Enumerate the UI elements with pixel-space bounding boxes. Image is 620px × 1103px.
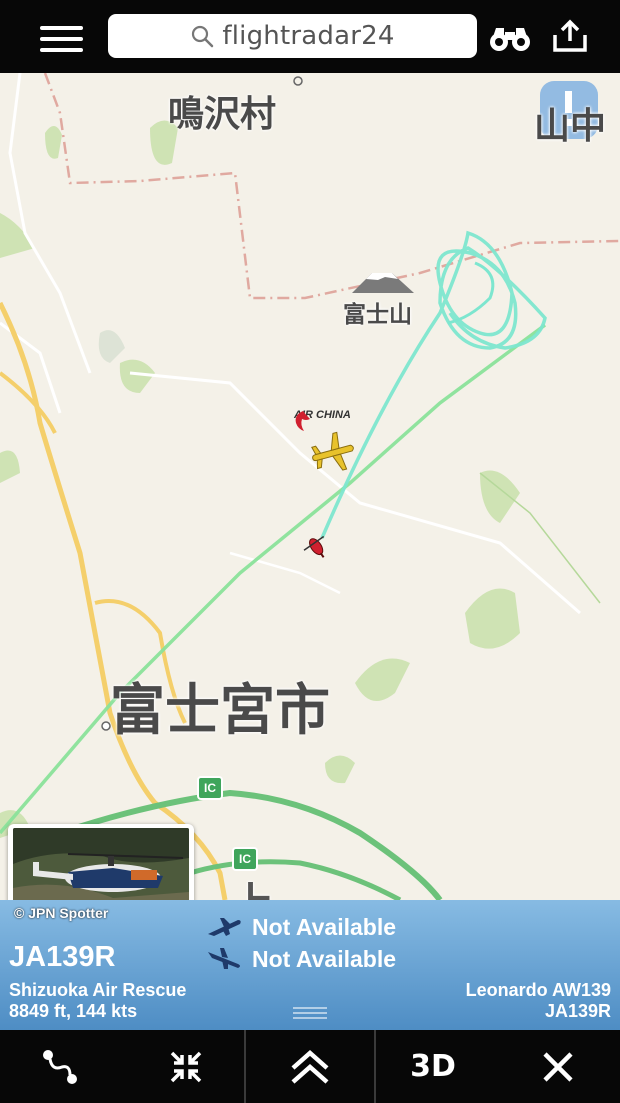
ic-marker-2: IC bbox=[232, 847, 258, 871]
share-icon[interactable] bbox=[551, 19, 589, 53]
collapse-button[interactable] bbox=[154, 1030, 218, 1103]
departure-text: Not Available bbox=[252, 914, 396, 940]
map-label-yamanaka: 山中 bbox=[534, 106, 607, 147]
binoculars-icon[interactable] bbox=[488, 22, 532, 56]
aircraft-type: Leonardo AW139 bbox=[465, 980, 611, 1000]
3d-view-button[interactable]: 3D bbox=[400, 1030, 466, 1103]
menu-button[interactable] bbox=[38, 20, 86, 54]
altitude-speed: 8849 ft, 144 kts bbox=[9, 1001, 138, 1021]
close-button[interactable] bbox=[526, 1030, 590, 1103]
3d-label: 3D bbox=[410, 1049, 456, 1084]
search-icon bbox=[192, 25, 214, 48]
ic-marker-1: IC bbox=[197, 776, 223, 800]
helicopter-marker[interactable] bbox=[300, 529, 330, 561]
toolbar-separator-2 bbox=[374, 1030, 376, 1103]
map-label-fujinomiya: 富士宮市 bbox=[110, 678, 331, 742]
map-label-partial: 上 bbox=[230, 868, 274, 900]
registration: JA139R bbox=[9, 941, 116, 973]
photo-credit: © JPN Spotter bbox=[14, 905, 109, 921]
bottom-toolbar: 3D bbox=[0, 1030, 620, 1103]
route-button[interactable] bbox=[28, 1030, 92, 1103]
airplane-marker[interactable] bbox=[308, 428, 358, 478]
airline-name: Shizuoka Air Rescue bbox=[9, 980, 187, 1000]
map-label-narusawa: 鳴沢村 bbox=[168, 94, 277, 135]
collapse-icon bbox=[170, 1051, 202, 1082]
close-icon bbox=[543, 1051, 573, 1082]
registration-small: JA139R bbox=[544, 1001, 611, 1021]
departure-icon bbox=[208, 918, 241, 936]
expand-panel-button[interactable] bbox=[246, 1030, 374, 1103]
map-canvas bbox=[0, 73, 620, 900]
search-text: flightradar24 bbox=[222, 21, 395, 51]
map[interactable]: 鳴沢村 山中 富士山 富士宮市 上 IC IC AIR CHINA bbox=[0, 73, 620, 900]
panel-drag-handle[interactable] bbox=[293, 1007, 327, 1021]
route-icon bbox=[43, 1049, 77, 1084]
chevron-up-double-icon bbox=[291, 1049, 329, 1084]
airline-logo: AIR CHINA bbox=[292, 409, 351, 431]
search-bar[interactable]: flightradar24 bbox=[108, 14, 477, 58]
arrival-text: Not Available bbox=[252, 946, 396, 972]
arrival-icon bbox=[208, 948, 240, 969]
top-bar: flightradar24 bbox=[0, 0, 620, 73]
map-label-mt-fuji: 富士山 bbox=[343, 302, 412, 328]
